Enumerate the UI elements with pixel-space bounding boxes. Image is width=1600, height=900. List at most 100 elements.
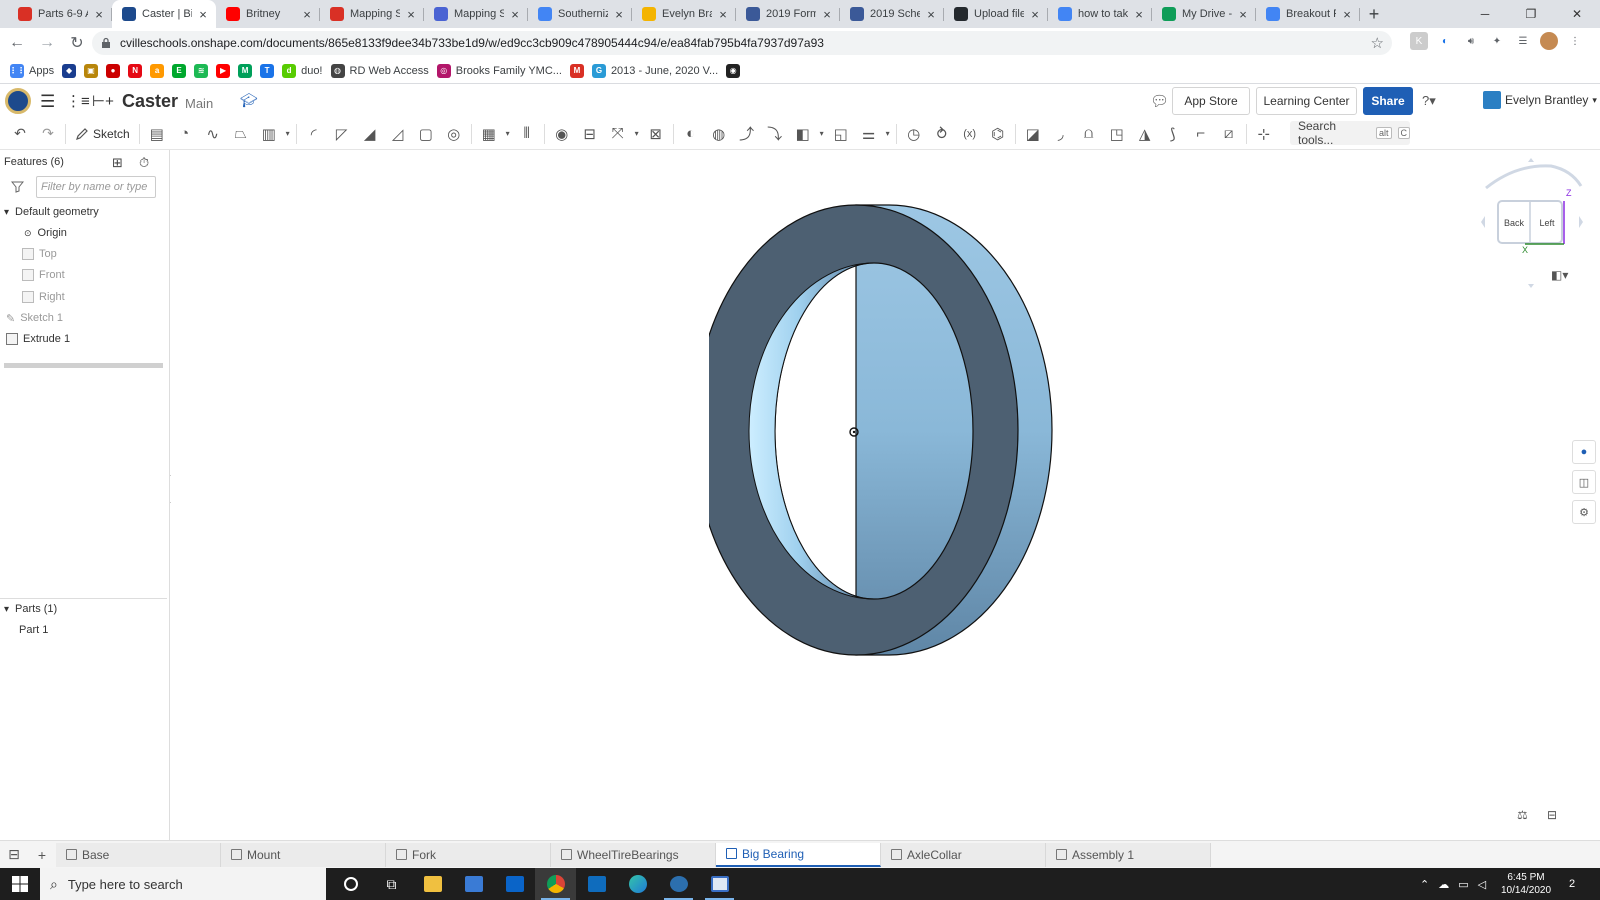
browser-tab[interactable]: Parts 6-9 Ax ×	[8, 0, 112, 28]
tab-icon[interactable]: ◳	[1103, 122, 1131, 146]
taskbar-search-box[interactable]: ⌕ Type here to search	[40, 868, 326, 900]
tab-manager-icon[interactable]: ⊟	[0, 841, 28, 869]
chrome-taskbar-icon[interactable]	[535, 868, 576, 900]
task-view-icon[interactable]: ⧉	[371, 868, 412, 900]
shell-icon[interactable]: ▢	[412, 122, 440, 146]
browser-tab[interactable]: Breakout Ro ×	[1256, 0, 1360, 28]
bookmark-star-icon[interactable]: ☆	[1371, 34, 1384, 52]
revolve-icon[interactable]: ◔	[171, 122, 199, 146]
toolbar-dropdown-caret-icon[interactable]: ▾	[632, 129, 642, 138]
close-tab-icon[interactable]: ×	[196, 7, 210, 22]
new-tab-button[interactable]: +	[1360, 0, 1388, 28]
appearance-panel-icon[interactable]: ●	[1572, 440, 1596, 464]
feature-filter-input[interactable]: Filter by name or type	[36, 176, 156, 198]
close-tab-icon[interactable]: ×	[404, 7, 418, 22]
tree-list-icon[interactable]: ⋮≡	[66, 92, 90, 110]
chrome-menu-icon[interactable]: ⋮	[1566, 32, 1584, 50]
edge-icon[interactable]	[617, 868, 658, 900]
view-options-cube-icon[interactable]: ◧▾	[1551, 268, 1568, 282]
3d-fit-spline-icon[interactable]: ⥁	[928, 122, 956, 146]
volume-icon[interactable]: ◁	[1478, 878, 1486, 891]
comment-icon[interactable]: 💬︎	[1150, 92, 1169, 110]
flange-icon[interactable]: ◞	[1047, 122, 1075, 146]
close-tab-icon[interactable]: ×	[924, 7, 938, 22]
close-tab-icon[interactable]: ×	[300, 7, 314, 22]
custom-feature-add-icon[interactable]: ⊹	[1250, 122, 1278, 146]
view-cube[interactable]: Back Left Z X	[1471, 156, 1591, 296]
search-tools-input[interactable]: Search tools... alt C	[1290, 119, 1410, 147]
configurations-panel-icon[interactable]: ⚙︎	[1572, 500, 1596, 524]
restore-icon[interactable]: ❐	[1508, 0, 1554, 28]
rollback-bar[interactable]	[4, 363, 163, 368]
browser-tab[interactable]: 2019 Form 8 ×	[736, 0, 840, 28]
learning-center-button[interactable]: Learning Center	[1256, 87, 1357, 115]
bookmark-item[interactable]: ◎ Brooks Family YMC...	[436, 63, 562, 78]
hole-icon[interactable]: ◎	[440, 122, 468, 146]
puzzle-extensions-icon[interactable]: ✦	[1488, 32, 1506, 50]
rollback-timer-icon[interactable]: ⏱︎	[139, 155, 149, 171]
workspace-name[interactable]: Main	[185, 96, 213, 111]
app-store-button[interactable]: App Store	[1172, 87, 1250, 115]
tray-chevron-up-icon[interactable]: ⌃	[1420, 878, 1429, 891]
bookmark-item[interactable]: ▣	[84, 63, 99, 78]
variable-icon[interactable]: (x)	[956, 122, 984, 146]
bookmark-item[interactable]: ◆	[62, 63, 77, 78]
toolbar-dropdown-caret-icon[interactable]: ▾	[283, 129, 293, 138]
helix-icon[interactable]: ◷	[900, 122, 928, 146]
browser-tab[interactable]: Britney ×	[216, 0, 320, 28]
bookmark-item[interactable]: N	[128, 63, 143, 78]
close-tab-icon[interactable]: ×	[1236, 7, 1250, 22]
reload-icon[interactable]: ↻	[64, 30, 90, 56]
mate-connector-icon[interactable]: ⚌	[855, 122, 883, 146]
paint-app-icon[interactable]	[699, 868, 740, 900]
bookmark-item[interactable]: M	[569, 63, 584, 78]
bearing-ring-model[interactable]	[709, 200, 1079, 660]
browser-tab[interactable]: Upload files ×	[944, 0, 1048, 28]
browser-tab[interactable]: Mapping So ×	[424, 0, 528, 28]
forward-arrow-icon[interactable]: →	[34, 30, 60, 56]
onshape-logo[interactable]	[5, 88, 31, 114]
bookmark-item[interactable]: T	[260, 63, 275, 78]
delete-face-icon[interactable]: ◍	[705, 122, 733, 146]
close-window-icon[interactable]: ✕	[1554, 0, 1600, 28]
sketch-button[interactable]: Sketch	[69, 122, 136, 146]
boolean-icon[interactable]: ◉	[548, 122, 576, 146]
measure-icon[interactable]: ⊟	[1547, 808, 1557, 822]
toolbar-dropdown-caret-icon[interactable]: ▾	[503, 129, 513, 138]
feature-item-right[interactable]: Right	[22, 287, 65, 307]
feature-item-origin[interactable]: ⊙ Origin	[24, 223, 67, 243]
parts-panel-icon[interactable]: ◫	[1572, 470, 1596, 494]
finish-icon[interactable]: ⧄	[1215, 122, 1243, 146]
feature-item-front[interactable]: Front	[22, 265, 65, 285]
form-icon[interactable]: ⟆	[1159, 122, 1187, 146]
plane-tool-icon[interactable]: ◱	[827, 122, 855, 146]
corner-icon[interactable]: ⌐	[1187, 122, 1215, 146]
mu-editor-icon[interactable]	[658, 868, 699, 900]
close-tab-icon[interactable]: ×	[716, 7, 730, 22]
windows-start-button[interactable]	[0, 868, 40, 900]
profile-avatar[interactable]	[1540, 32, 1558, 50]
bookmark-item[interactable]: G 2013 - June, 2020 V...	[591, 63, 718, 78]
outlook-icon[interactable]	[576, 868, 617, 900]
graduation-cap-icon[interactable]: 🎓︎	[240, 92, 258, 109]
modify-fillet-icon[interactable]: ◐	[677, 122, 705, 146]
bookmark-item[interactable]: ⋮⋮ Apps	[9, 63, 54, 78]
tab-big-bearing[interactable]: Big Bearing	[716, 842, 881, 867]
close-tab-icon[interactable]: ×	[508, 7, 522, 22]
extension-k-icon[interactable]: K	[1410, 32, 1428, 50]
bookmark-item[interactable]: ◍ RD Web Access	[330, 63, 429, 78]
rib-icon[interactable]: ◿	[384, 122, 412, 146]
bookmark-item[interactable]: M	[238, 63, 253, 78]
browser-tab[interactable]: how to take ×	[1048, 0, 1152, 28]
back-arrow-icon[interactable]: ←	[4, 30, 30, 56]
toolbar-dropdown-caret-icon[interactable]: ▾	[883, 129, 893, 138]
tab-base[interactable]: Base	[56, 842, 221, 867]
3d-viewport[interactable]: Back Left Z X ◧▾ ● ◫ ⚙︎ ⚖︎ ⊟	[171, 150, 1600, 840]
close-tab-icon[interactable]: ×	[612, 7, 626, 22]
mirror-icon[interactable]: ⫴	[513, 122, 541, 146]
share-button[interactable]: Share	[1363, 87, 1413, 115]
bookmark-item[interactable]: E	[172, 63, 187, 78]
sheet-metal-model-icon[interactable]: ◪	[1019, 122, 1047, 146]
notification-center-icon[interactable]: 2	[1562, 875, 1582, 893]
sweep-icon[interactable]: ∿	[199, 122, 227, 146]
